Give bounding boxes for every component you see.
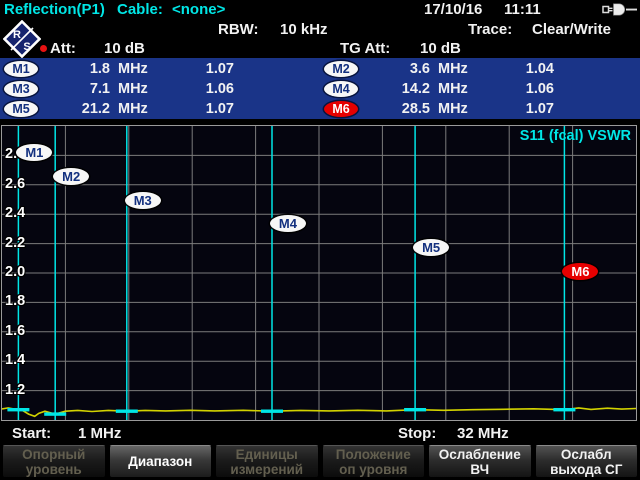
softkey-ref-level[interactable]: Опорный уровень: [2, 445, 106, 478]
softkey-label: Положение: [336, 447, 411, 462]
y-axis-label: 2.0: [5, 264, 25, 280]
y-axis-label: 1.6: [5, 323, 25, 339]
vswr-plot: [2, 126, 636, 420]
softkey-label: ВЧ: [470, 462, 489, 477]
stop-label: Stop:: [398, 425, 436, 442]
softkey-rf-attenuation[interactable]: Ослабление ВЧ: [428, 445, 532, 478]
marker-freq-m6: 28.5: [358, 101, 430, 117]
time-text: 11:11: [504, 1, 541, 18]
softkey-units[interactable]: Единицы измерений: [215, 445, 319, 478]
marker-badge-m3: M3: [4, 81, 38, 97]
marker-cell-m2: M2 3.6 MHz 1.04: [320, 61, 640, 77]
marker-value-m6: 1.07: [472, 101, 554, 117]
softkey-label: Ослабл: [561, 447, 612, 462]
marker-bubble-m3: M3: [125, 192, 161, 209]
logo-letter-s: S: [23, 41, 30, 53]
y-axis-label: 1.2: [5, 382, 25, 398]
marker-value-m4: 1.06: [472, 81, 554, 97]
y-axis-label: 1.8: [5, 293, 25, 309]
stop-value: 32 MHz: [457, 425, 509, 442]
trace-mode-value: Clear/Write: [532, 21, 611, 38]
vswr-chart: S11 (fcal) VSWR 2.82.62.42.22.01.81.61.4…: [1, 125, 637, 421]
marker-value-m5: 1.07: [152, 101, 234, 117]
marker-badge-m1: M1: [4, 61, 38, 77]
marker-bubble-m2: M2: [53, 168, 89, 185]
marker-table-row: M3 7.1 MHz 1.06 M4 14.2 MHz 1.06: [0, 79, 640, 99]
marker-cell-m4: M4 14.2 MHz 1.06: [320, 81, 640, 97]
date-text: 17/10/16: [424, 1, 482, 18]
y-axis-label: 2.6: [5, 176, 25, 192]
start-value: 1 MHz: [78, 425, 121, 442]
softkey-label: уровень: [26, 462, 82, 477]
rohde-schwarz-logo: R S: [3, 20, 41, 58]
marker-value-m1: 1.07: [152, 61, 234, 77]
softkey-label: Ослабление: [439, 447, 521, 462]
marker-freq-m3: 7.1: [38, 81, 110, 97]
att-label: Att:: [50, 40, 76, 57]
marker-freq-m4: 14.2: [358, 81, 430, 97]
uncal-indicator-dot: [40, 45, 47, 52]
marker-cell-m3: M3 7.1 MHz 1.06: [0, 81, 320, 97]
analyzer-screen: Reflection(P1) Cable: <none> 17/10/16 11…: [0, 0, 640, 480]
y-axis-label: 2.2: [5, 235, 25, 251]
softkey-label: Диапазон: [128, 454, 192, 469]
y-axis-label: 1.4: [5, 352, 25, 368]
cable-label: Cable:: [117, 1, 163, 18]
logo-letter-r: R: [13, 29, 21, 41]
softkey-label: выхода СГ: [550, 462, 622, 477]
marker-unit-m1: MHz: [118, 61, 152, 77]
marker-cell-m1: M1 1.8 MHz 1.07: [0, 61, 320, 77]
marker-cell-m6: M6 28.5 MHz 1.07: [320, 101, 640, 117]
marker-freq-m1: 1.8: [38, 61, 110, 77]
softkey-ref-position[interactable]: Положение оп уровня: [322, 445, 426, 478]
marker-unit-m5: MHz: [118, 101, 152, 117]
trace-title: S11 (fcal) VSWR: [520, 128, 631, 144]
rbw-value: 10 kHz: [280, 21, 328, 38]
att-value: 10 dB: [104, 40, 145, 57]
marker-freq-m2: 3.6: [358, 61, 430, 77]
softkey-label: Единицы: [236, 447, 298, 462]
marker-table-row: M1 1.8 MHz 1.07 M2 3.6 MHz 1.04: [0, 59, 640, 79]
softkey-range[interactable]: Диапазон: [109, 445, 213, 478]
softkey-label: измерений: [230, 462, 303, 477]
marker-unit-m2: MHz: [438, 61, 472, 77]
marker-cell-m5: M5 21.2 MHz 1.07: [0, 101, 320, 117]
y-axis-label: 2.4: [5, 205, 25, 221]
tg-att-label: TG Att:: [340, 40, 390, 57]
rbw-label: RBW:: [218, 21, 259, 38]
softkey-tg-output-attenuation[interactable]: Ослабл выхода СГ: [535, 445, 639, 478]
marker-table: M1 1.8 MHz 1.07 M2 3.6 MHz 1.04 M3 7.1 M…: [0, 58, 640, 119]
trace-mode-label: Trace:: [468, 21, 512, 38]
cable-value: <none>: [172, 1, 225, 18]
marker-value-m3: 1.06: [152, 81, 234, 97]
mode-title: Reflection(P1): [4, 1, 105, 18]
marker-unit-m6: MHz: [438, 101, 472, 117]
marker-badge-m4: M4: [324, 81, 358, 97]
marker-unit-m4: MHz: [438, 81, 472, 97]
marker-badge-m5: M5: [4, 101, 38, 117]
softkey-label: Опорный: [22, 447, 85, 462]
marker-badge-m6: M6: [324, 101, 358, 117]
marker-value-m2: 1.04: [472, 61, 554, 77]
tg-att-value: 10 dB: [420, 40, 461, 57]
start-label: Start:: [12, 425, 51, 442]
softkey-label: оп уровня: [339, 462, 407, 477]
ac-power-plug-icon: [602, 2, 638, 17]
marker-table-row: M5 21.2 MHz 1.07 M6 28.5 MHz 1.07: [0, 99, 640, 119]
marker-badge-m2: M2: [324, 61, 358, 77]
softkey-bar: Опорный уровень Диапазон Единицы измерен…: [0, 444, 640, 480]
marker-unit-m3: MHz: [118, 81, 152, 97]
marker-freq-m5: 21.2: [38, 101, 110, 117]
